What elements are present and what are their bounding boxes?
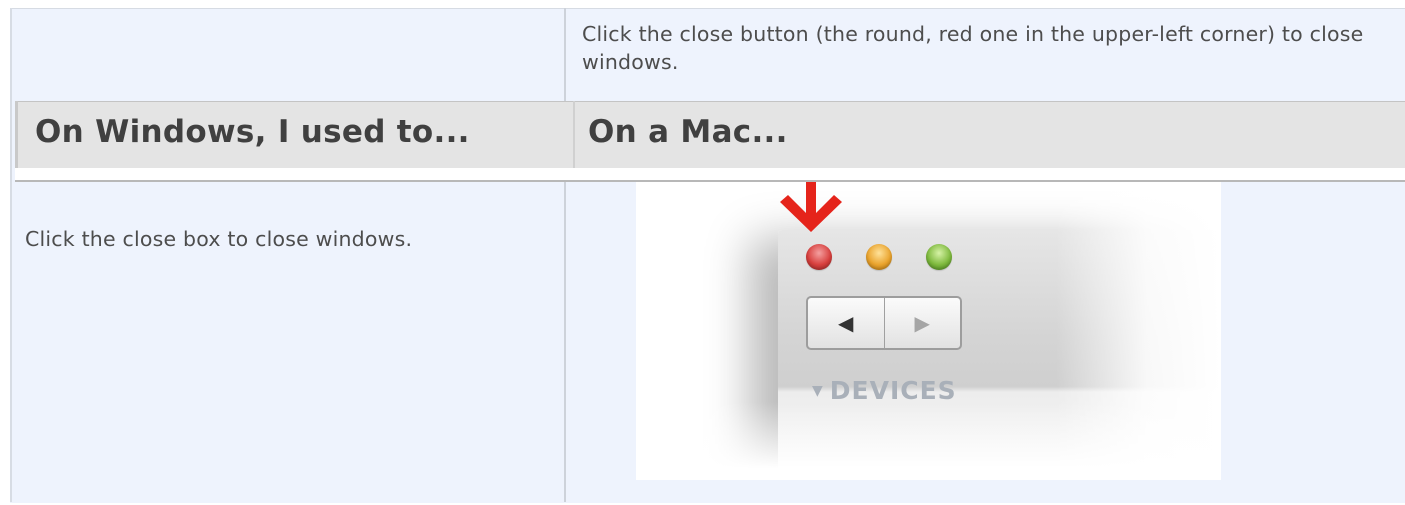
down-arrow-icon [780,182,842,232]
windows-close-instruction: Click the close box to close windows. [25,227,413,251]
header-mac: On a Mac... [588,114,788,150]
header-windows: On Windows, I used to... [35,114,470,150]
screenshot-bottom-fade [636,402,1221,480]
table-left-border [10,8,12,502]
forward-arrow-icon: ▶ [914,311,930,335]
mac-close-instruction: Click the close button (the round, red o… [582,22,1364,74]
back-forward-buttons: ◀ ▶ [806,296,962,350]
minimize-button-icon [866,244,892,270]
finder-window-screenshot: ◀ ▶ ▼ DEVICES [636,182,1221,480]
header-bottom-strip [15,168,1405,180]
devices-text: DEVICES [829,376,957,405]
column-divider [564,8,566,502]
devices-section-label: ▼ DEVICES [812,376,957,405]
disclosure-triangle-icon: ▼ [812,383,824,399]
back-arrow-icon: ◀ [808,298,885,348]
close-button-icon [806,244,832,270]
zoom-button-icon [926,244,952,270]
